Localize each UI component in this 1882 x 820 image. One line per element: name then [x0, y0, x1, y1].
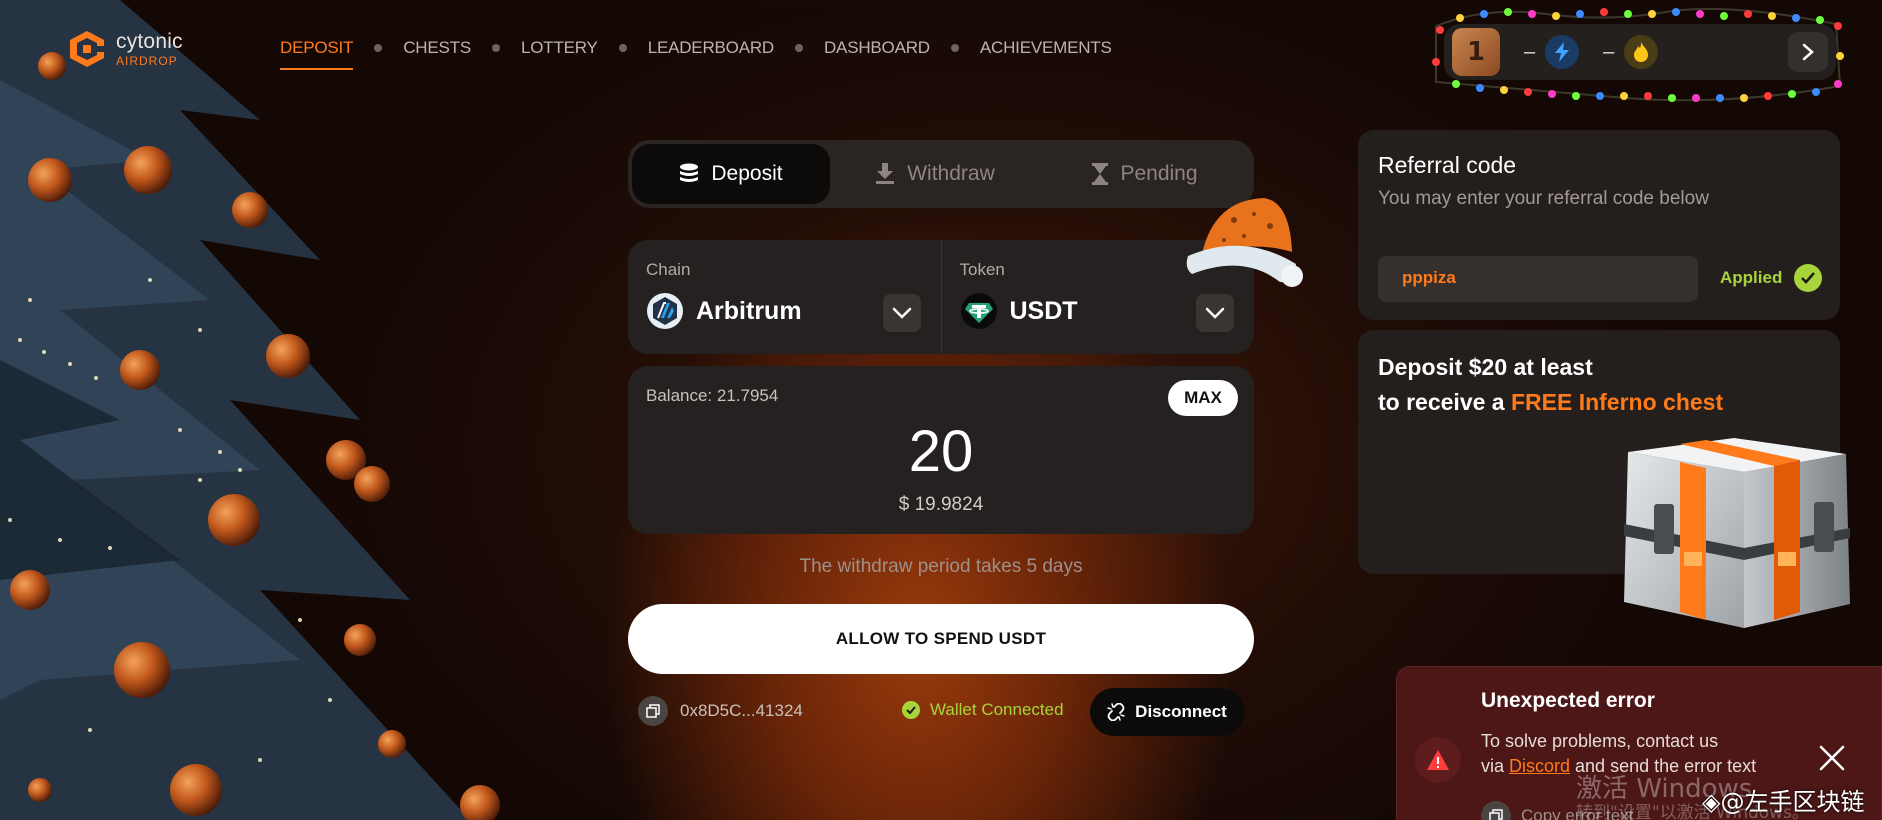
wallet-address-row[interactable]: 0x8D5C...41324: [638, 696, 803, 726]
nav-separator: [794, 44, 803, 52]
bolt-stat-value: –: [1524, 40, 1536, 63]
cytonic-logo-icon: [70, 31, 104, 67]
check-circle-icon: [1794, 264, 1823, 292]
referral-status: Applied: [1720, 264, 1823, 292]
logo-wordmark: cytonic: [116, 30, 183, 53]
chain-label: Chain: [646, 260, 691, 279]
brand-logo[interactable]: cytonic AIRDROP: [66, 28, 183, 70]
nav-separator: [492, 44, 500, 52]
amount-panel: Balance: 21.7954 MAX 20 $ 19.9824: [628, 366, 1254, 534]
chain-dropdown-button[interactable]: [882, 294, 921, 332]
main-nav: DEPOSIT CHESTS LOTTERY LEADERBOARD DASHB…: [280, 38, 1112, 70]
error-line-1: To solve problems, contact us: [1481, 731, 1719, 751]
error-title: Unexpected error: [1481, 689, 1655, 712]
logo-subtitle: AIRDROP: [116, 54, 178, 68]
nav-dashboard[interactable]: DASHBOARD: [824, 38, 930, 70]
usdt-icon: [960, 293, 997, 329]
nav-separator: [374, 44, 383, 52]
referral-subtitle: You may enter your referral code below: [1378, 188, 1709, 209]
tab-deposit-label: Deposit: [711, 162, 783, 185]
chevron-right-icon: [1802, 43, 1814, 61]
chevron-down-icon: [1205, 307, 1225, 319]
copy-icon[interactable]: [638, 696, 668, 726]
nav-achievements[interactable]: ACHIEVEMENTS: [980, 38, 1112, 70]
token-value: USDT: [1009, 296, 1078, 325]
referral-code-input[interactable]: pppiza: [1378, 256, 1698, 302]
chain-value: Arbitrum: [696, 296, 802, 325]
wallet-status-label: Wallet Connected: [930, 700, 1064, 719]
nav-lottery[interactable]: LOTTERY: [521, 38, 598, 70]
check-circle-icon: [902, 701, 920, 719]
nav-chests[interactable]: CHESTS: [403, 38, 471, 70]
stats-next-button[interactable]: [1788, 32, 1828, 72]
promo-text: Deposit $20 at least to receive a FREE I…: [1378, 350, 1723, 420]
amount-input[interactable]: 20: [628, 418, 1254, 485]
promo-highlight: FREE Inferno chest: [1510, 389, 1724, 415]
balance-text: Balance: 21.7954: [646, 386, 779, 405]
tab-deposit[interactable]: Deposit: [632, 144, 830, 204]
token-dropdown-button[interactable]: [1196, 294, 1234, 332]
chain-select[interactable]: Chain Arbitrum: [628, 240, 941, 354]
arbitrum-icon: [647, 293, 683, 329]
nav-separator: [950, 44, 959, 52]
lightning-icon: [1545, 35, 1580, 69]
chevron-down-icon: [892, 307, 911, 319]
close-icon[interactable]: [1817, 743, 1847, 773]
nav-leaderboard[interactable]: LEADERBOARD: [648, 38, 774, 70]
warning-icon: [1415, 737, 1461, 783]
fire-stat-value: –: [1603, 40, 1615, 63]
nav-deposit[interactable]: DEPOSIT: [280, 38, 354, 70]
fire-icon: [1624, 35, 1659, 69]
disconnect-button[interactable]: Disconnect: [1090, 688, 1244, 736]
coins-icon: [680, 163, 699, 182]
user-stats-bar: 1 – –: [1444, 24, 1836, 80]
referral-card: Referral code You may enter your referra…: [1358, 130, 1840, 320]
allow-spend-button[interactable]: ALLOW TO SPEND USDT: [628, 604, 1254, 674]
tab-withdraw[interactable]: Withdraw: [830, 144, 1040, 204]
promo-line-2: to receive a FREE Inferno chest: [1378, 385, 1723, 420]
nav-separator: [618, 44, 627, 52]
level-badge[interactable]: 1: [1452, 28, 1500, 76]
error-line-2-prefix: via: [1481, 756, 1510, 776]
disconnect-label: Disconnect: [1135, 702, 1227, 721]
chain-token-selector: Chain Arbitrum Token USDT: [628, 240, 1254, 354]
action-tabs: Deposit Withdraw Pending: [628, 140, 1254, 208]
referral-status-label: Applied: [1720, 268, 1783, 287]
santa-hat-decoration: [1186, 198, 1303, 287]
tab-pending-label: Pending: [1120, 162, 1198, 185]
screenshot-credit: ◈@左手区块链: [1702, 788, 1865, 816]
referral-title: Referral code: [1378, 152, 1517, 178]
withdraw-period-note: The withdraw period takes 5 days: [799, 556, 1083, 577]
download-icon: [876, 163, 895, 184]
max-button[interactable]: MAX: [1168, 380, 1238, 416]
promo-line-1: Deposit $20 at least: [1378, 354, 1593, 380]
discord-link[interactable]: Discord: [1509, 756, 1570, 776]
tab-withdraw-label: Withdraw: [907, 162, 995, 185]
christmas-tree-decoration: [0, 0, 500, 820]
promo-line-2-prefix: to receive a: [1378, 389, 1511, 415]
inferno-chest-image: [1624, 438, 1850, 628]
wallet-address: 0x8D5C...41324: [680, 701, 803, 720]
copy-icon: [1481, 801, 1511, 820]
hourglass-icon: [1092, 163, 1109, 185]
wallet-status: Wallet Connected: [902, 700, 1064, 720]
amount-usd-value: $ 19.9824: [898, 494, 984, 515]
level-value: 1: [1466, 37, 1486, 67]
unlink-icon: [1107, 703, 1125, 721]
